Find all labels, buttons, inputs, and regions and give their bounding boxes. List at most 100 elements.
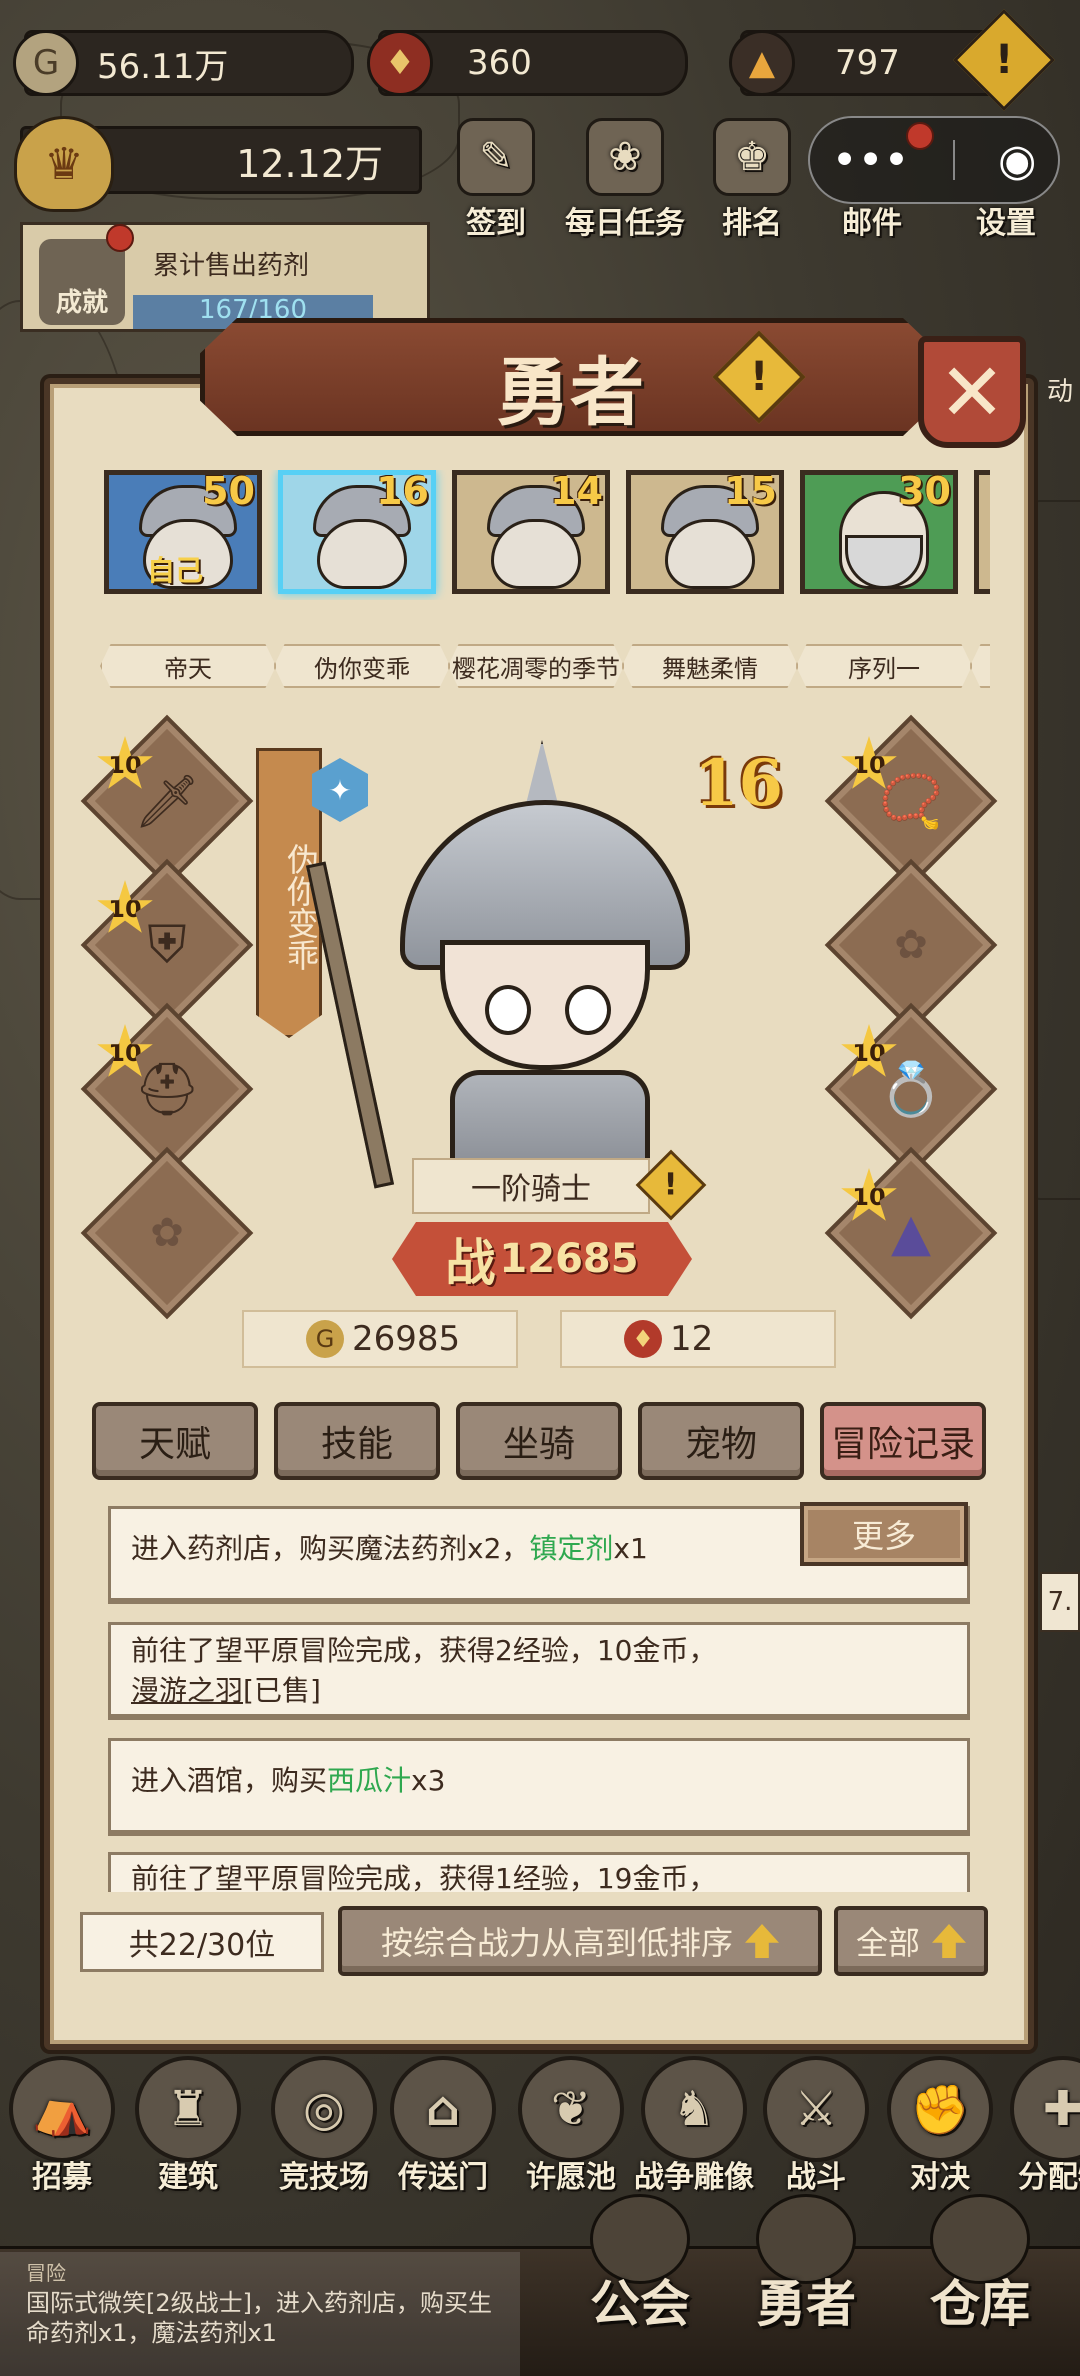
ranking-label: 排名	[722, 206, 782, 241]
hero-count: 共22/30位	[80, 1912, 324, 1972]
mail-label: 邮件	[842, 206, 902, 241]
achievement-icon: 成就	[39, 239, 125, 325]
edge-label: 动	[1046, 377, 1073, 407]
hero-figure	[305, 740, 730, 1220]
panel-title-banner: 勇者	[200, 318, 940, 436]
coin-icon: G	[306, 1320, 344, 1358]
hero-card[interactable]	[974, 470, 990, 594]
nav-label: 竞技场	[279, 2160, 369, 2195]
filter-label: 全部	[855, 1924, 920, 1962]
achievement-box[interactable]: 成就 累计售出药剂 167/160	[20, 222, 430, 332]
hero-card[interactable]: 15	[626, 470, 784, 594]
gem-value: 797	[835, 43, 900, 83]
nav-label: 招募	[32, 2160, 92, 2195]
nav-portal[interactable]: ⌂ 传送门	[378, 2056, 508, 2196]
filter-button[interactable]: 全部	[834, 1906, 988, 1976]
ranking-button[interactable]: ♚ 排名	[692, 118, 812, 242]
adventure-feed[interactable]: 冒险 国际式微笑[2级战士]，进入药剂店，购买生命药剂x1，魔法药剂x1	[0, 2252, 520, 2376]
log-entry: 前往了望平原冒险完成，获得1经验，19金币，	[108, 1852, 970, 1892]
more-button[interactable]: 更多	[800, 1502, 968, 1566]
hero-card[interactable]: 14	[452, 470, 610, 594]
daily-tasks-label: 每日任务	[565, 206, 685, 241]
nav-duel[interactable]: ✊ 对决	[880, 2056, 1000, 2196]
nav-wishing-well[interactable]: ❦ 许愿池	[506, 2056, 636, 2196]
tab-label: 宠物	[684, 1424, 757, 1465]
empty-slot-icon: ✿	[150, 1210, 184, 1256]
daily-tasks-button[interactable]: ❀ 每日任务	[560, 118, 690, 242]
portal-icon: ⌂	[390, 2056, 496, 2162]
log-item-link[interactable]: 西瓜汁	[327, 1764, 411, 1797]
battle-power-label: 战	[445, 1234, 496, 1292]
tab-label: 天赋	[138, 1424, 211, 1465]
arrow-up-icon	[745, 1924, 779, 1958]
mail-notification-dot	[906, 122, 934, 150]
gift-icon: ✚	[1010, 2056, 1080, 2162]
mini-program-capsule: ••• ◉	[808, 116, 1060, 204]
tab-talent[interactable]: 天赋	[92, 1402, 258, 1480]
info-icon: !	[664, 1167, 678, 1203]
nav-building[interactable]: ♜ 建筑	[128, 2056, 248, 2196]
alert-icon: !	[994, 37, 1014, 83]
log-item-link[interactable]: 镇定剂	[529, 1532, 613, 1565]
bottom-nav-hero[interactable]: 勇者	[706, 2194, 906, 2336]
tab-adventure-log[interactable]: 冒险记录	[820, 1402, 986, 1480]
hero-ticket-value: 12	[670, 1319, 714, 1359]
nav-war-statue[interactable]: ♞ 战争雕像	[624, 2056, 764, 2196]
tab-skill[interactable]: 技能	[274, 1402, 440, 1480]
close-capsule-button[interactable]: ◉	[998, 135, 1036, 186]
log-item-link[interactable]: 漫游之羽	[131, 1674, 243, 1707]
tab-mount[interactable]: 坐骑	[456, 1402, 622, 1480]
crossed-swords-icon: ⚔	[763, 2056, 869, 2162]
log-text: x1	[613, 1532, 648, 1565]
more-options-button[interactable]: •••	[832, 135, 910, 186]
hero-eye	[565, 985, 611, 1035]
hero-name	[970, 644, 990, 688]
bottom-nav-warehouse[interactable]: 仓库	[880, 2194, 1080, 2336]
guild-icon	[590, 2194, 690, 2284]
nav-arena[interactable]: ◎ 竞技场	[254, 2056, 394, 2196]
log-text: x3	[411, 1764, 446, 1797]
more-label: 更多	[851, 1517, 916, 1555]
nav-label: 传送门	[398, 2160, 488, 2195]
gold-bar: G 56.11万	[13, 30, 354, 96]
warehouse-icon	[930, 2194, 1030, 2284]
self-tag: 自己	[147, 554, 204, 587]
nav-label: 许愿池	[526, 2160, 616, 2195]
tent-icon: ⛺	[9, 2056, 115, 2162]
tab-pet[interactable]: 宠物	[638, 1402, 804, 1480]
log-text: 前往了望平原冒险完成，获得2经验，10金币，	[131, 1634, 717, 1667]
nav-recruit[interactable]: ⛺ 招募	[2, 2056, 122, 2196]
bottom-nav-label: 公会	[590, 2274, 690, 2333]
hero-name: 序列一	[796, 644, 972, 688]
coin-icon: G	[13, 30, 79, 96]
checkin-label: 签到	[466, 206, 526, 241]
nav-distribute[interactable]: ✚分配物	[998, 2056, 1080, 2196]
shield-value: 360	[467, 43, 532, 83]
hero-name: 舞魅柔情	[622, 644, 798, 688]
hero-level: 16	[376, 470, 429, 513]
viking-helmet-icon	[756, 2194, 856, 2284]
sort-label: 按综合战力从高到低排序	[380, 1924, 733, 1962]
close-button[interactable]: ✕	[918, 336, 1026, 448]
hero-gold-box: G 26985	[242, 1310, 518, 1368]
battle-power: 战 12685	[392, 1222, 692, 1296]
sort-button[interactable]: 按综合战力从高到低排序	[338, 1906, 822, 1976]
hero-card-selected[interactable]: 16	[278, 470, 436, 594]
hero-card[interactable]: 30	[800, 470, 958, 594]
selected-hero-name: 伪你变乖	[282, 843, 320, 971]
nav-battle[interactable]: ⚔ 战斗	[756, 2056, 876, 2196]
nav-label: 建筑	[158, 2160, 218, 2195]
panel-title: 勇者	[496, 350, 644, 436]
checkin-button[interactable]: ✎ 签到	[436, 118, 556, 242]
log-text: [已售]	[243, 1674, 321, 1707]
empty-slot-icon: ✿	[894, 922, 928, 968]
gem-icon: ▲	[729, 30, 795, 96]
settings-label: 设置	[976, 206, 1036, 241]
fist-icon: ✊	[887, 2056, 993, 2162]
hero-card[interactable]: 50 自己	[104, 470, 262, 594]
hero-portrait	[491, 519, 581, 589]
hero-name: 樱花凋零的季节	[448, 644, 624, 688]
hero-name-row: 帝天 伪你变乖 樱花凋零的季节 舞魅柔情 序列一	[98, 644, 990, 690]
crest-icon[interactable]: ♛	[14, 116, 114, 212]
hero-ticket-box: ♦ 12	[560, 1310, 836, 1368]
